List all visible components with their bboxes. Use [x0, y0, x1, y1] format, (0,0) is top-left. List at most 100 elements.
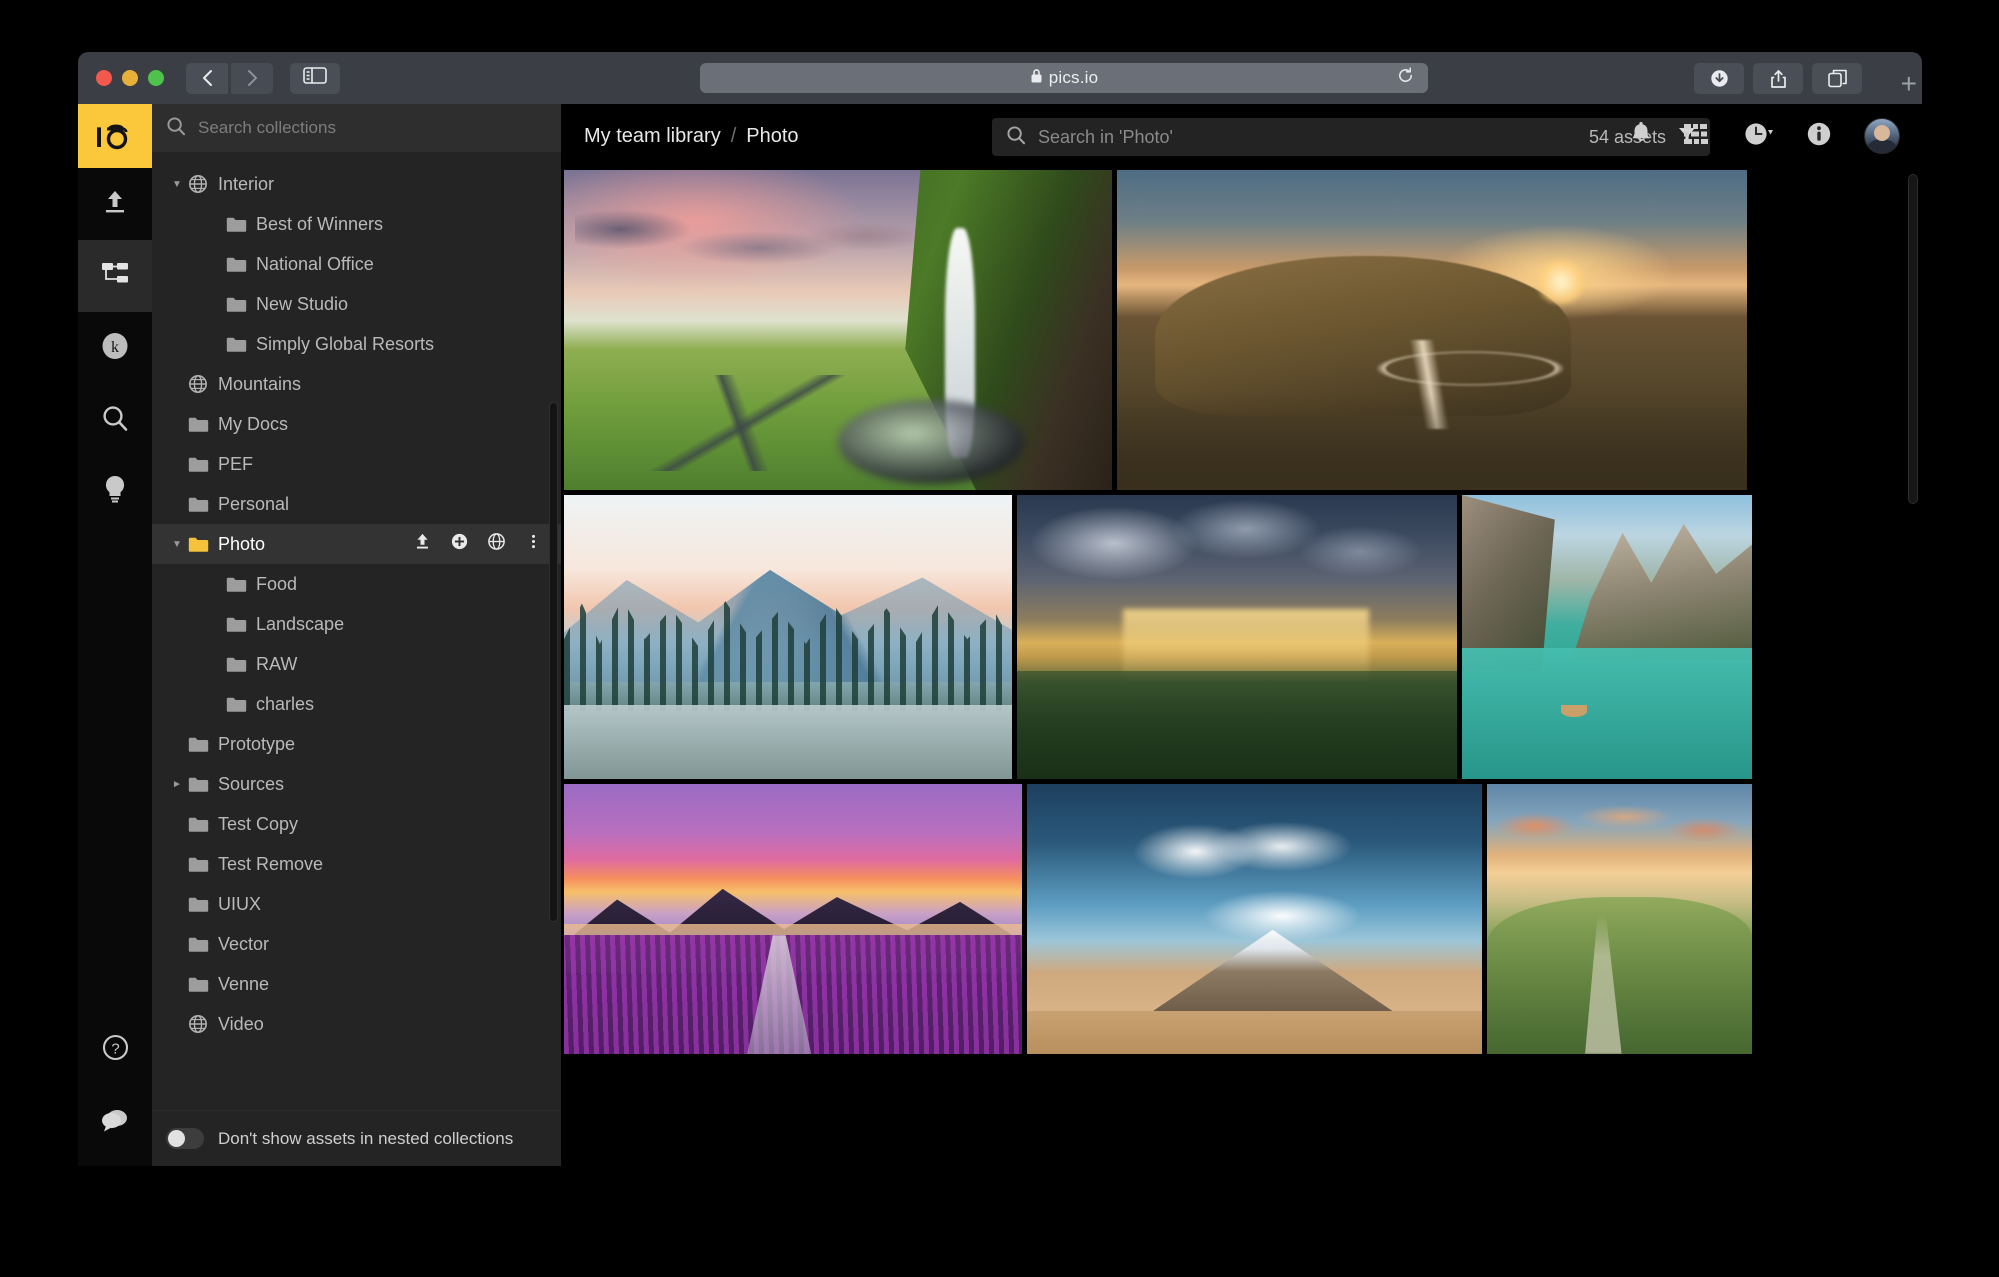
- asset-grid-scrollbar[interactable]: [1908, 174, 1918, 504]
- collection-label: PEF: [218, 454, 253, 475]
- sidebar-item-upload[interactable]: [78, 168, 152, 240]
- tab-overview-button[interactable]: [1812, 63, 1862, 94]
- asset-stormy-golden-clouds-forest[interactable]: [1017, 495, 1457, 779]
- collection-label: Mountains: [218, 374, 301, 395]
- nav-buttons: [186, 63, 273, 94]
- collection-row[interactable]: ▼Photo: [152, 524, 561, 564]
- sidebar-item-help[interactable]: ?: [78, 1014, 152, 1086]
- picsio-logo[interactable]: [78, 104, 152, 168]
- search-icon: [1006, 125, 1026, 150]
- folder-icon: [188, 736, 218, 753]
- sidebar-item-search[interactable]: [78, 384, 152, 456]
- thumbnail-detail: [1561, 705, 1587, 716]
- collections-search-input[interactable]: [198, 118, 547, 138]
- asset-lavender-field-sunset[interactable]: [564, 784, 1022, 1054]
- browser-toolbar-right: [1694, 63, 1862, 94]
- collection-label: RAW: [256, 654, 297, 675]
- back-button[interactable]: [186, 63, 228, 94]
- thumbnail-detail: [1127, 811, 1355, 892]
- folder-icon: [226, 336, 256, 353]
- asset-search-bar[interactable]: 54 assets: [992, 118, 1710, 156]
- more-options-icon[interactable]: [524, 532, 543, 556]
- asset-alpine-lake-boat[interactable]: [1462, 495, 1752, 779]
- reload-icon[interactable]: [1397, 67, 1414, 89]
- maximize-window-button[interactable]: [148, 70, 164, 86]
- browser-window: pics.io: [78, 52, 1922, 1166]
- share-button[interactable]: [1753, 63, 1803, 94]
- collection-label: Vector: [218, 934, 269, 955]
- sidebar-item-lightboards[interactable]: [78, 456, 152, 528]
- asset-misty-valley-pines[interactable]: [564, 495, 1012, 779]
- collection-row[interactable]: Landscape: [152, 604, 561, 644]
- collection-row[interactable]: PEF: [152, 444, 561, 484]
- share-website-icon[interactable]: [487, 532, 506, 556]
- folder-icon: [188, 456, 218, 473]
- collection-label: Interior: [218, 174, 274, 195]
- breadcrumb: My team library / Photo: [584, 125, 799, 148]
- collection-row[interactable]: Test Remove: [152, 844, 561, 884]
- collection-row[interactable]: My Docs: [152, 404, 561, 444]
- collection-row[interactable]: Video: [152, 1004, 561, 1044]
- chevron-right-icon[interactable]: ►: [166, 779, 188, 790]
- forward-button[interactable]: [231, 63, 273, 94]
- window-controls: [96, 70, 164, 86]
- globe-icon: [188, 174, 218, 194]
- tab-overview-icon: [1828, 69, 1847, 88]
- collection-row[interactable]: Mountains: [152, 364, 561, 404]
- thumbnail-detail: [1462, 648, 1752, 779]
- folder-icon: [226, 616, 256, 633]
- bell-icon[interactable]: [1630, 122, 1652, 151]
- collection-row[interactable]: Prototype: [152, 724, 561, 764]
- folder-icon: [188, 976, 218, 993]
- thumbnail-detail: [1164, 881, 1401, 951]
- collection-row[interactable]: National Office: [152, 244, 561, 284]
- collection-label: Test Remove: [218, 854, 323, 875]
- add-collection-icon[interactable]: [450, 532, 469, 556]
- nested-assets-toggle-row[interactable]: Don't show assets in nested collections: [152, 1110, 561, 1166]
- sidebar-toggle-button[interactable]: [290, 63, 340, 94]
- asset-snowy-volcano-clouds[interactable]: [1027, 784, 1482, 1054]
- info-icon[interactable]: [1806, 121, 1832, 152]
- app-icon-rail: k: [78, 104, 152, 1166]
- collection-row[interactable]: New Studio: [152, 284, 561, 324]
- address-bar[interactable]: pics.io: [700, 63, 1428, 93]
- new-tab-button[interactable]: +: [1901, 70, 1917, 98]
- collection-row[interactable]: charles: [152, 684, 561, 724]
- collection-row[interactable]: ▼ Interior: [152, 164, 561, 204]
- collection-row[interactable]: Food: [152, 564, 561, 604]
- collection-row[interactable]: Venne: [152, 964, 561, 1004]
- breadcrumb-current[interactable]: Photo: [746, 125, 798, 148]
- asset-sunset-hills-winding-road[interactable]: [1117, 170, 1747, 490]
- asset-tuscany-rolling-hills[interactable]: [1487, 784, 1752, 1054]
- folder-icon: [188, 936, 218, 953]
- upload-to-collection-icon[interactable]: [413, 532, 432, 556]
- collection-row[interactable]: Test Copy: [152, 804, 561, 844]
- close-window-button[interactable]: [96, 70, 112, 86]
- asset-search-input[interactable]: [1038, 127, 1577, 148]
- chevron-down-icon[interactable]: ▼: [166, 179, 188, 190]
- collections-search-bar[interactable]: [152, 104, 561, 152]
- downloads-button[interactable]: [1694, 63, 1744, 94]
- collections-panel: ▼ Interior Best of WinnersNational OfficeN…: [152, 104, 562, 1166]
- grid-view-icon[interactable]: [1684, 123, 1712, 150]
- collection-row[interactable]: Simply Global Resorts: [152, 324, 561, 364]
- collection-row[interactable]: Vector: [152, 924, 561, 964]
- minimize-window-button[interactable]: [122, 70, 138, 86]
- asset-waterfall-green-valley[interactable]: [564, 170, 1112, 490]
- breadcrumb-root[interactable]: My team library: [584, 125, 721, 148]
- main-content: My team library / Photo 54 assets: [562, 104, 1922, 1166]
- sidebar-item-collections[interactable]: [78, 240, 152, 312]
- asset-grid-row: [564, 170, 1922, 490]
- sidebar-item-chat[interactable]: [78, 1086, 152, 1158]
- sidebar-item-keywords[interactable]: k: [78, 312, 152, 384]
- nested-assets-switch[interactable]: [166, 1128, 204, 1149]
- collection-row[interactable]: UIUX: [152, 884, 561, 924]
- chevron-down-icon[interactable]: ▼: [166, 539, 188, 550]
- avatar[interactable]: [1864, 118, 1900, 154]
- recent-clock-icon[interactable]: [1744, 121, 1774, 152]
- collection-row[interactable]: Best of Winners: [152, 204, 561, 244]
- collection-row[interactable]: RAW: [152, 644, 561, 684]
- collection-row[interactable]: ►Sources: [152, 764, 561, 804]
- collection-row[interactable]: Personal: [152, 484, 561, 524]
- collections-scrollbar[interactable]: [549, 402, 558, 922]
